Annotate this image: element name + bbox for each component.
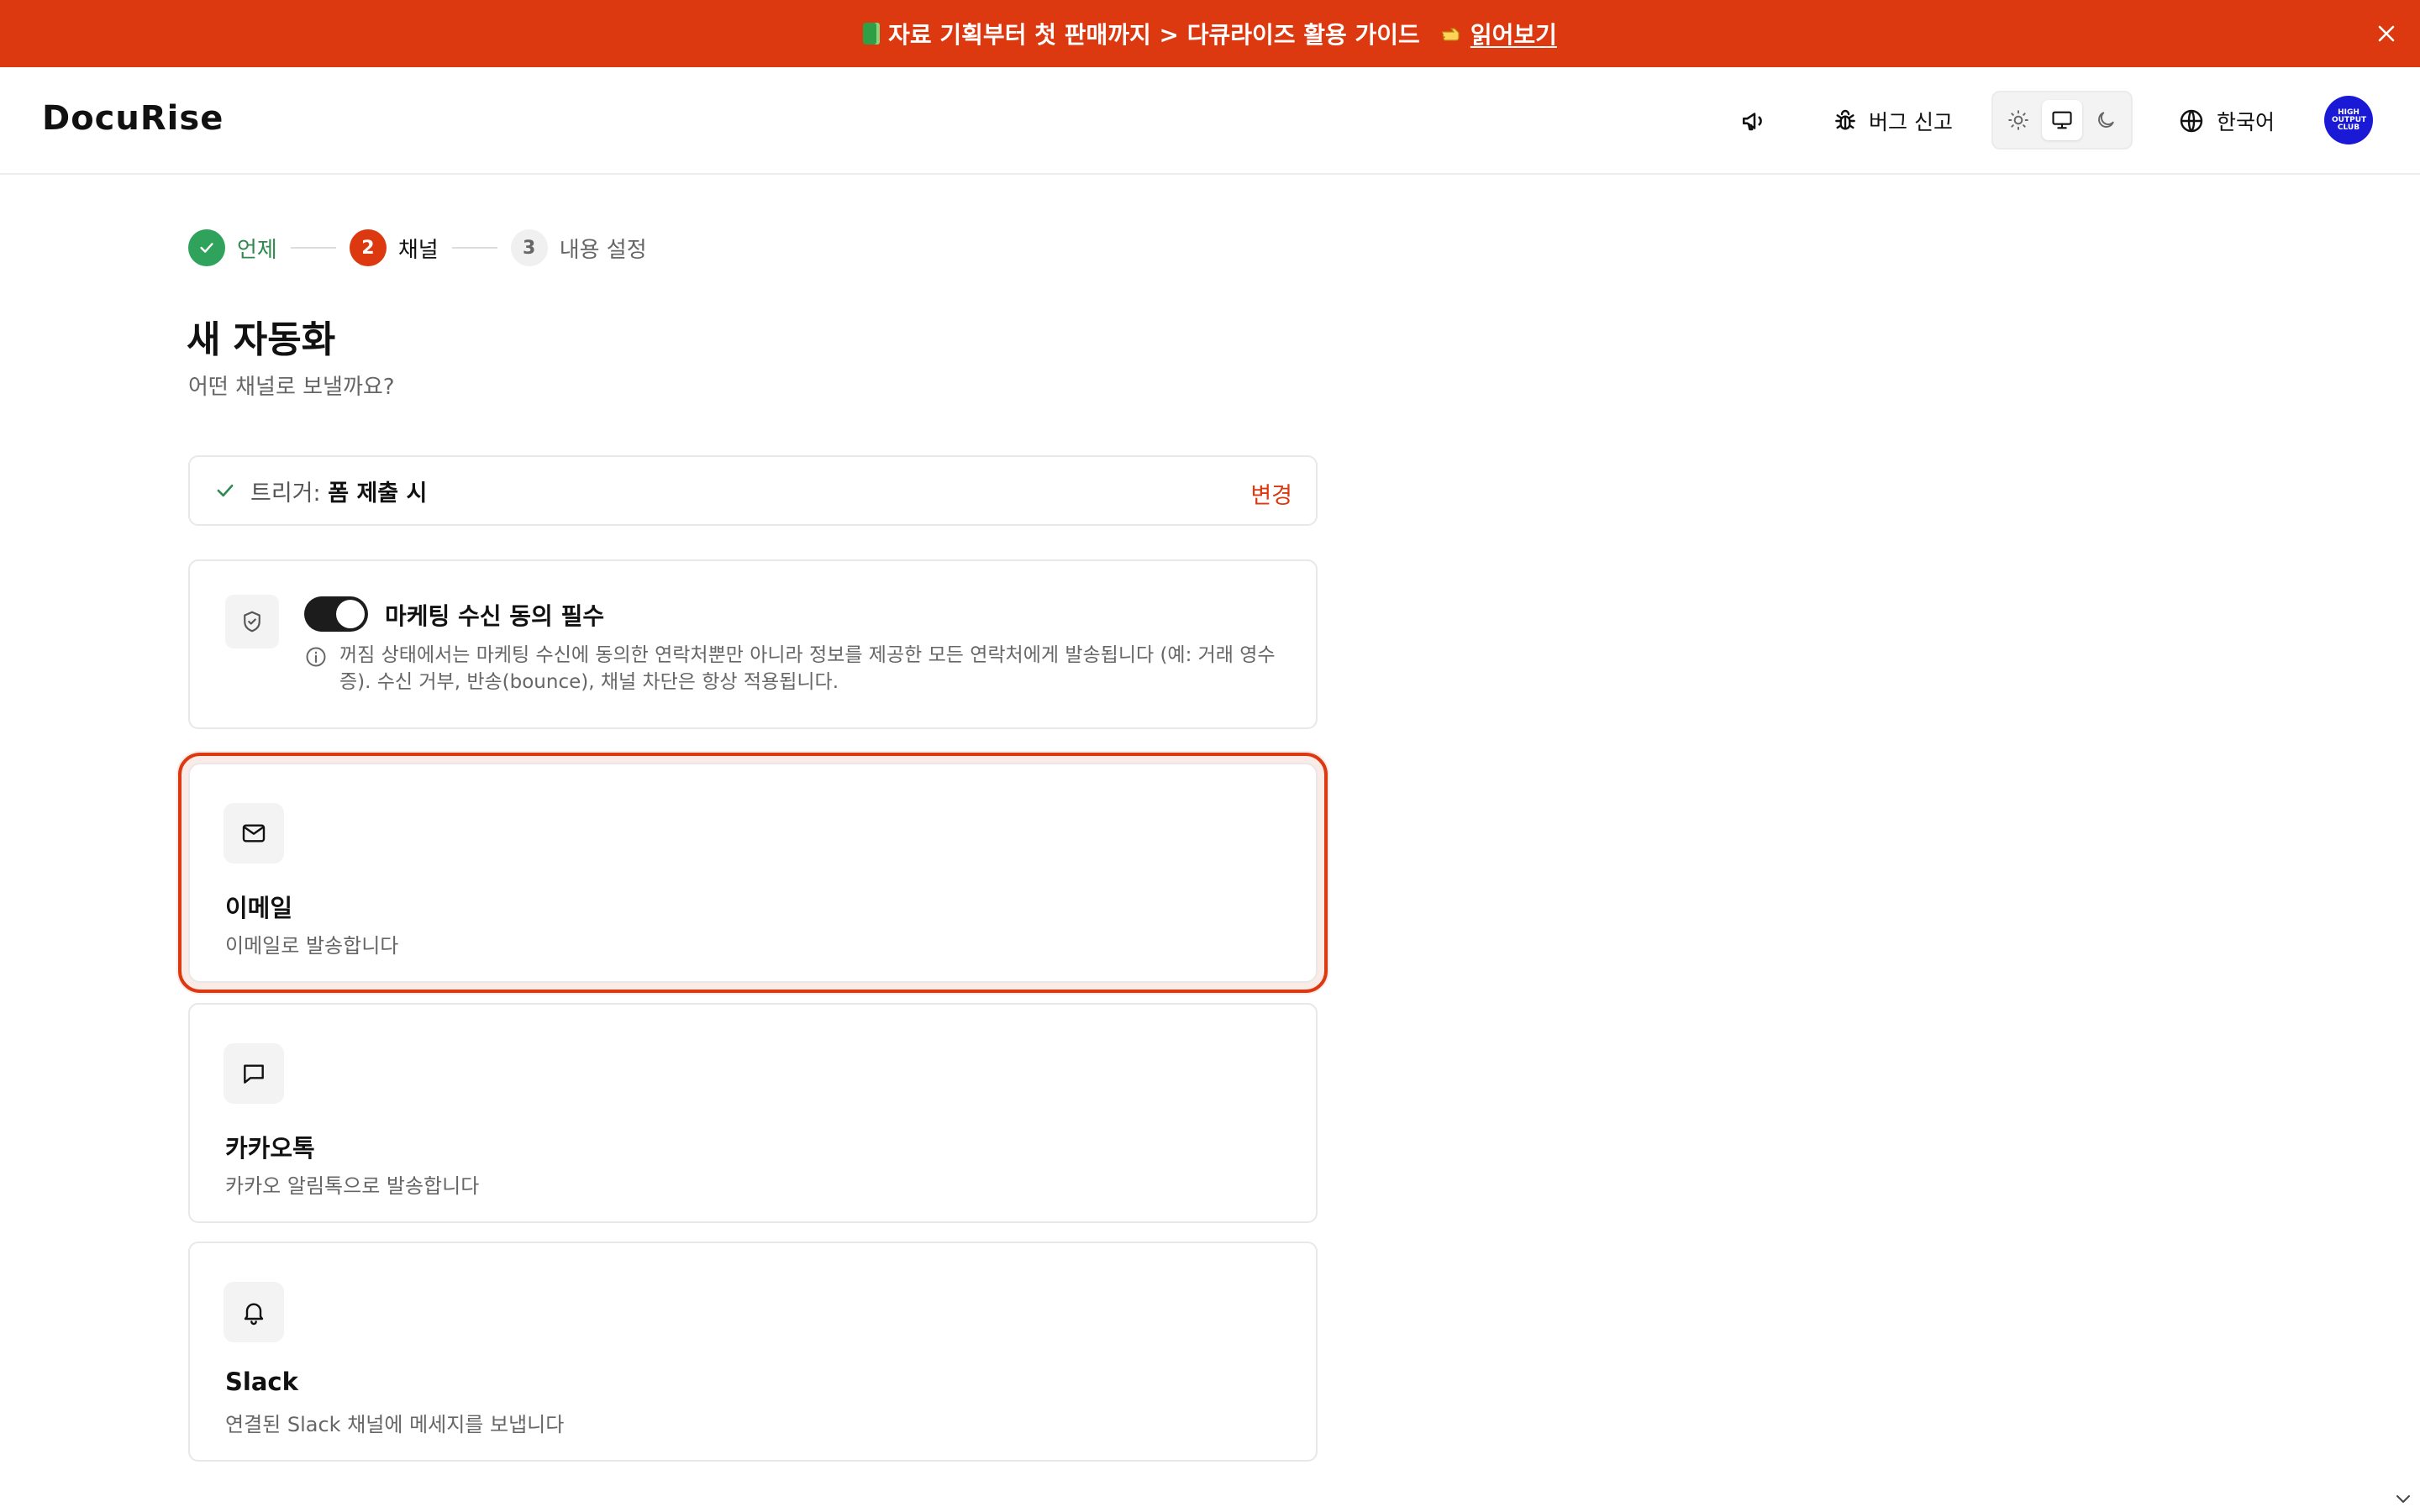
sun-icon (2008, 110, 2028, 130)
megaphone-icon (1742, 113, 1762, 131)
step-label: 언제 (237, 237, 277, 263)
globe-icon (2180, 109, 2203, 133)
docurise-logo[interactable]: DocuRise (42, 99, 224, 138)
bug-report-button[interactable]: 버그 신고 (1832, 101, 1953, 141)
step-when[interactable]: 언제 (188, 229, 277, 266)
step-label: 채널 (397, 237, 439, 263)
theme-system-option[interactable] (2042, 100, 2082, 140)
step-channel[interactable]: 2 채널 (349, 229, 439, 266)
channel-option-kakaotalk[interactable]: 카카오톡 카카오 알림톡으로 발송합니다 (188, 1003, 1318, 1223)
shield-check-icon (244, 611, 260, 633)
book-icon (863, 23, 881, 45)
bell-icon (244, 1303, 264, 1326)
stepper: 언제 2 채널 3 내용 설정 (188, 228, 647, 267)
monitor-icon (2052, 111, 2072, 129)
marketing-consent-card: 마케팅 수신 동의 필수 꺼짐 상태에서는 마케팅 수신에 동의한 연락처뿐만 … (188, 559, 1318, 729)
channel-option-email[interactable]: 이메일 이메일로 발송합니다 (178, 753, 1328, 993)
step-number: 3 (510, 229, 548, 266)
check-icon (217, 484, 234, 497)
language-selector[interactable]: 한국어 (2178, 101, 2275, 141)
trigger-prefix: 트리거: (250, 480, 321, 507)
announcement-text: 자료 기획부터 첫 판매까지 > 다큐라이즈 활용 가이드 (888, 21, 1420, 49)
close-icon[interactable] (2371, 18, 2402, 49)
user-avatar[interactable]: HIGH OUTPUT CLUB (2324, 96, 2373, 144)
marketing-consent-toggle[interactable] (304, 596, 368, 632)
mail-icon-box (224, 803, 284, 864)
top-header: DocuRise 버그 신고 한국어 HIGH OUTPUT CLUB (0, 67, 2420, 175)
language-label: 한국어 (2217, 110, 2275, 134)
page-title: 새 자동화 (187, 318, 336, 361)
channel-description: 연결된 Slack 채널에 메세지를 보냅니다 (225, 1413, 565, 1436)
channel-description: 카카오 알림톡으로 발송합니다 (225, 1174, 480, 1198)
channel-title: Slack (225, 1368, 298, 1396)
channel-title: 카카오톡 (225, 1134, 315, 1163)
trigger-text: 트리거: 폼 제출 시 (250, 475, 427, 507)
read-guide-link[interactable]: 읽어보기 (1470, 17, 1557, 50)
step-label: 내용 설정 (559, 237, 647, 263)
consent-title: 마케팅 수신 동의 필수 (385, 602, 605, 630)
check-icon (200, 243, 213, 253)
channel-description: 이메일로 발송합니다 (225, 934, 399, 958)
theme-light-option[interactable] (1998, 100, 2039, 140)
step-divider (290, 247, 336, 249)
info-icon (306, 647, 326, 667)
mail-icon (242, 824, 266, 843)
step-divider (451, 247, 497, 249)
chevron-down-icon[interactable] (2393, 1488, 2413, 1509)
step-number: 2 (349, 229, 387, 266)
toggle-knob (336, 600, 365, 628)
announcement-bar: 자료 기획부터 첫 판매까지 > 다큐라이즈 활용 가이드 읽어보기 (0, 0, 2420, 67)
change-trigger-button[interactable]: 변경 (1250, 477, 1292, 510)
moon-icon (2098, 112, 2114, 128)
pointing-hand-icon (1440, 20, 1464, 48)
bug-report-label: 버그 신고 (1869, 110, 1953, 134)
step-content[interactable]: 3 내용 설정 (510, 229, 647, 266)
trigger-summary: 트리거: 폼 제출 시 변경 (188, 455, 1318, 526)
channel-option-slack[interactable]: Slack 연결된 Slack 채널에 메세지를 보냅니다 (188, 1242, 1318, 1462)
step-done-badge (188, 229, 225, 266)
avatar-text: HIGH OUTPUT CLUB (2332, 108, 2367, 132)
bell-icon-box (224, 1282, 284, 1342)
trigger-value: 폼 제출 시 (328, 480, 428, 507)
bug-icon (1835, 109, 1855, 130)
theme-switcher (1991, 91, 2133, 150)
announcements-button[interactable] (1734, 101, 1775, 141)
theme-dark-option[interactable] (2086, 100, 2126, 140)
consent-description: 꺼짐 상태에서는 마케팅 수신에 동의한 연락처뿐만 아니라 정보를 제공한 모… (339, 644, 1276, 693)
shield-icon-box (225, 595, 279, 648)
channel-title: 이메일 (225, 894, 293, 922)
message-icon-box (224, 1043, 284, 1104)
page-subtitle: 어떤 채널로 보낼까요? (188, 375, 395, 400)
message-icon (244, 1064, 264, 1084)
